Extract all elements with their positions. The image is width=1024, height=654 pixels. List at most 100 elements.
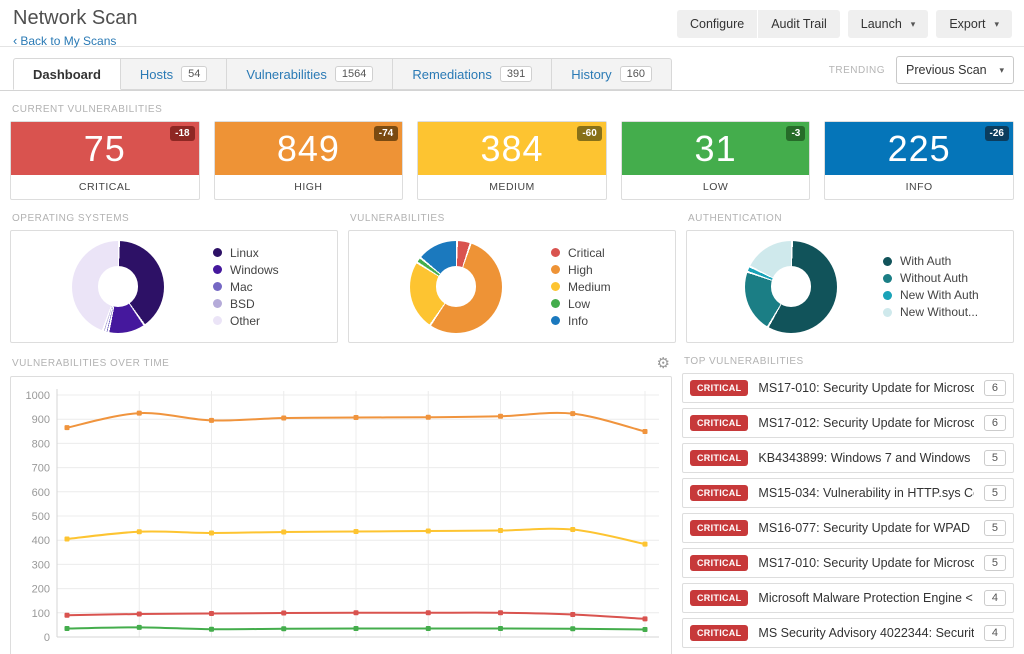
tab-vulnerabilities[interactable]: Vulnerabilities 1564 — [227, 58, 394, 90]
svg-text:300: 300 — [32, 559, 50, 571]
severity-badge: CRITICAL — [690, 450, 749, 466]
legend-label: Windows — [230, 262, 279, 277]
card-critical[interactable]: 75 -18 CRITICAL — [10, 121, 200, 200]
card-medium-top: 384 -60 — [418, 122, 606, 175]
audit-trail-label: Audit Trail — [771, 17, 827, 31]
vulnerabilities-legend: Critical High Medium Low Info — [551, 243, 663, 331]
tab-bar: Dashboard Hosts 54 Vulnerabilities 1564 … — [0, 47, 1024, 91]
legend-item: Low — [551, 297, 663, 311]
vulnerability-title: Microsoft Malware Protection Engine < 1.… — [758, 591, 973, 605]
legend-item: BSD — [213, 297, 325, 311]
legend-label: Critical — [568, 245, 605, 260]
svg-text:400: 400 — [32, 535, 50, 547]
card-low-top: 31 -3 — [621, 122, 810, 175]
card-info-top: 225 -26 — [825, 122, 1013, 175]
vulnerability-title: MS15-034: Vulnerability in HTTP.sys Coul… — [758, 486, 974, 500]
export-label: Export — [949, 17, 986, 31]
card-high[interactable]: 849 -74 HIGH — [213, 121, 404, 200]
delta-badge: -18 — [170, 126, 195, 141]
tab-hosts[interactable]: Hosts 54 — [120, 58, 228, 90]
vulnerability-title: KB4343899: Windows 7 and Windows Server … — [758, 451, 973, 465]
delta-badge: -60 — [577, 126, 602, 141]
tab-history[interactable]: History 160 — [552, 58, 672, 90]
card-critical-top: 75 -18 — [11, 122, 199, 175]
legend-dot — [551, 265, 560, 274]
count-badge: 5 — [983, 450, 1006, 466]
legend-item: Other — [213, 314, 325, 328]
card-value: 75 — [83, 127, 126, 169]
count-badge: 5 — [983, 520, 1006, 536]
card-info[interactable]: 225 -26 INFO — [824, 121, 1014, 200]
export-button[interactable]: Export ▾ — [936, 10, 1012, 38]
svg-text:700: 700 — [32, 463, 50, 475]
card-medium[interactable]: 384 -60 MEDIUM — [417, 121, 607, 200]
severity-badge: CRITICAL — [690, 590, 749, 606]
count-badge: 5 — [983, 555, 1006, 571]
tab-remediations[interactable]: Remediations 391 — [393, 58, 553, 90]
card-high-top: 849 -74 — [214, 122, 403, 175]
card-label: CRITICAL — [78, 181, 131, 193]
legend-item: Critical — [551, 246, 663, 260]
trending-select[interactable]: Previous Scan ▾ — [896, 56, 1014, 84]
vulnerability-row[interactable]: CRITICAL MS16-077: Security Update for W… — [682, 513, 1014, 543]
legend-label: Low — [568, 296, 591, 311]
donut-wrap — [699, 240, 883, 333]
legend-label: New With Auth — [900, 288, 979, 302]
trending-control: TRENDING Previous Scan ▾ — [829, 56, 1014, 90]
vulnerability-row[interactable]: CRITICAL KB4343899: Windows 7 and Window… — [682, 443, 1014, 473]
card-low[interactable]: 31 -3 LOW — [620, 121, 811, 200]
vulnerabilities-donut-chart[interactable] — [410, 240, 502, 333]
severity-badge: CRITICAL — [690, 555, 749, 571]
vulnerabilities-over-time-section: VULNERABILITIES OVER TIME ⚙ 0 100 200 300 40… — [10, 343, 672, 654]
svg-text:0: 0 — [44, 632, 50, 644]
operating-systems-panel: Linux Windows Mac BSD Other — [10, 230, 338, 343]
operating-systems-donut-chart[interactable] — [72, 240, 164, 333]
back-link[interactable]: ‹ Back to My Scans — [13, 33, 138, 48]
tab-dashboard[interactable]: Dashboard — [13, 58, 121, 90]
legend-dot — [551, 299, 560, 308]
launch-label: Launch — [860, 17, 902, 31]
legend-dot — [213, 265, 222, 274]
vulnerability-title: MS17-010: Security Update for Microsoft … — [758, 556, 974, 570]
vulnerability-title: MS16-077: Security Update for WPAD (3165… — [758, 521, 973, 535]
vulnerability-title: MS17-010: Security Update for Microsoft … — [758, 381, 974, 395]
legend-item: Linux — [213, 246, 325, 260]
count-badge: 4 — [983, 590, 1006, 606]
vulnerabilities-over-time-chart: 0 100 200 300 400 500 600 700 800 900 1000 — [26, 389, 659, 644]
legend-dot — [883, 256, 892, 266]
back-chevron-icon: ‹ — [13, 33, 18, 48]
vulnerability-row[interactable]: CRITICAL MS Security Advisory 4022344: S… — [682, 618, 1014, 648]
tab-label: Hosts — [139, 66, 174, 82]
legend-dot — [551, 248, 560, 257]
configure-button[interactable]: Configure — [676, 10, 758, 38]
delta-badge: -26 — [984, 126, 1009, 141]
section-label-top-vulnerabilities: TOP VULNERABILITIES — [684, 356, 804, 367]
header-left: Network Scan ‹ Back to My Scans — [13, 7, 138, 48]
vulnerability-title: MS17-012: Security Update for Microsoft … — [758, 416, 974, 430]
vulnerability-row[interactable]: CRITICAL MS17-010: Security Update for M… — [682, 373, 1014, 403]
section-label-authentication: AUTHENTICATION — [688, 213, 783, 224]
section-label-operating-systems: OPERATING SYSTEMS — [12, 213, 130, 224]
donut-section-labels: OPERATING SYSTEMS VULNERABILITIES AUTHEN… — [10, 200, 1014, 230]
legend-item: New Without... — [883, 305, 1001, 319]
trending-selected-value: Previous Scan — [906, 63, 987, 77]
vulnerability-title: MS Security Advisory 4022344: Security U… — [758, 626, 974, 640]
legend-dot — [213, 316, 222, 325]
section-label-vulnerabilities: VULNERABILITIES — [350, 213, 445, 224]
legend-label: Info — [568, 313, 589, 328]
card-label: HIGH — [294, 181, 323, 193]
launch-button[interactable]: Launch ▾ — [847, 10, 929, 38]
audit-trail-button[interactable]: Audit Trail — [758, 10, 840, 38]
vulnerabilities-panel: Critical High Medium Low Info — [348, 230, 676, 343]
back-link-label: Back to My Scans — [20, 34, 117, 48]
legend-item: New With Auth — [883, 288, 1001, 302]
vulnerability-row[interactable]: CRITICAL MS15-034: Vulnerability in HTTP… — [682, 478, 1014, 508]
vulnerability-row[interactable]: CRITICAL Microsoft Malware Protection En… — [682, 583, 1014, 613]
gear-icon[interactable]: ⚙ — [657, 356, 670, 371]
vulnerability-row[interactable]: CRITICAL MS17-012: Security Update for M… — [682, 408, 1014, 438]
legend-dot — [551, 316, 560, 325]
vulnerability-row[interactable]: CRITICAL MS17-010: Security Update for M… — [682, 548, 1014, 578]
authentication-donut-chart[interactable] — [745, 240, 837, 333]
donut-wrap — [23, 240, 213, 333]
legend-dot — [213, 299, 222, 308]
